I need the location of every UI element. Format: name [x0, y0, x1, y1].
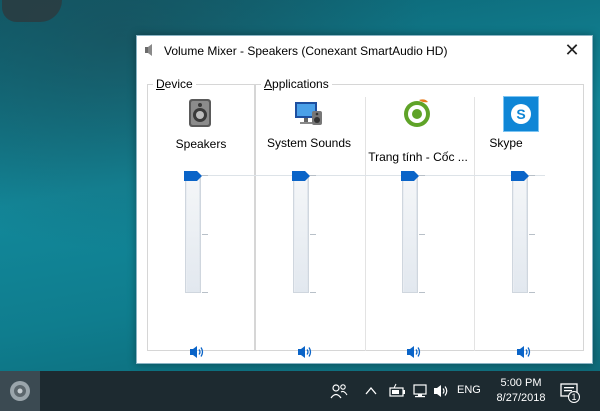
slider-tick — [310, 292, 316, 293]
network-icon[interactable] — [411, 383, 429, 399]
channel-skype: S Skype — [474, 94, 582, 358]
channel-label: Speakers — [175, 137, 227, 151]
volume-icon[interactable] — [433, 383, 451, 399]
channel-coccoc: Trang tính - Cốc ... — [364, 94, 472, 358]
clock-date: 8/27/2018 — [496, 392, 546, 404]
slider-tick — [529, 175, 535, 176]
slider-tick — [419, 175, 425, 176]
skype-icon[interactable]: S — [503, 96, 539, 132]
volume-slider-thumb[interactable] — [401, 171, 419, 181]
channel-label: Trang tính - Cốc ... — [368, 150, 468, 164]
volume-slider-thumb[interactable] — [511, 171, 529, 181]
volume-slider-track[interactable] — [185, 176, 201, 293]
volume-slider-fill — [295, 177, 307, 292]
speaker-device-icon[interactable] — [184, 97, 216, 129]
coccoc-browser-icon[interactable] — [401, 97, 433, 129]
channel-system-sounds: System Sounds — [255, 94, 363, 358]
volume-slider-track[interactable] — [293, 176, 309, 293]
svg-text:S: S — [516, 106, 525, 122]
channel-label: Skype — [489, 136, 523, 150]
battery-icon[interactable] — [388, 383, 406, 399]
volume-slider-thumb[interactable] — [292, 171, 310, 181]
slider-tick — [419, 234, 425, 235]
people-icon[interactable] — [330, 383, 348, 399]
slider-tick — [529, 292, 535, 293]
title-bar[interactable]: Volume Mixer - Speakers (Conexant SmartA… — [137, 36, 592, 66]
slider-tick — [202, 175, 208, 176]
volume-slider-thumb[interactable] — [184, 171, 202, 181]
taskbar: ENG 5:00 PM 8/27/2018 1 — [0, 371, 600, 411]
mute-button-speaker-icon[interactable] — [406, 345, 422, 359]
volume-mixer-window: Volume Mixer - Speakers (Conexant SmartA… — [136, 35, 593, 364]
slider-tick — [202, 234, 208, 235]
language-indicator[interactable]: ENG — [457, 384, 481, 396]
volume-slider-track[interactable] — [402, 176, 418, 293]
clock-time: 5:00 PM — [500, 377, 542, 389]
volume-slider-fill — [514, 177, 526, 292]
notification-count-badge: 1 — [568, 391, 580, 403]
volume-slider-fill — [404, 177, 416, 292]
device-group-label: Device — [153, 77, 196, 91]
system-sounds-icon[interactable] — [292, 97, 324, 129]
mute-button-speaker-icon[interactable] — [189, 345, 205, 359]
mute-button-speaker-icon[interactable] — [297, 345, 313, 359]
channel-label: System Sounds — [266, 136, 352, 150]
clock[interactable]: 5:00 PM 8/27/2018 — [492, 376, 550, 406]
window-title: Volume Mixer - Speakers (Conexant SmartA… — [164, 44, 448, 58]
channel-speakers: Speakers — [147, 94, 255, 358]
speaker-device-icon — [10, 381, 30, 401]
close-button[interactable]: ✕ — [552, 36, 592, 64]
slider-tick — [419, 292, 425, 293]
volume-slider-track[interactable] — [512, 176, 528, 293]
slider-tick — [529, 234, 535, 235]
slider-tick — [310, 234, 316, 235]
applications-group-label: Applications — [261, 77, 332, 91]
slider-tick — [310, 175, 316, 176]
taskbar-app-button[interactable] — [0, 371, 40, 411]
speaker-icon — [145, 44, 152, 56]
slider-tick — [202, 292, 208, 293]
close-icon: ✕ — [564, 39, 580, 60]
chevron-up-icon[interactable] — [365, 383, 377, 399]
volume-slider-fill — [187, 177, 199, 292]
mute-button-speaker-icon[interactable] — [516, 345, 532, 359]
